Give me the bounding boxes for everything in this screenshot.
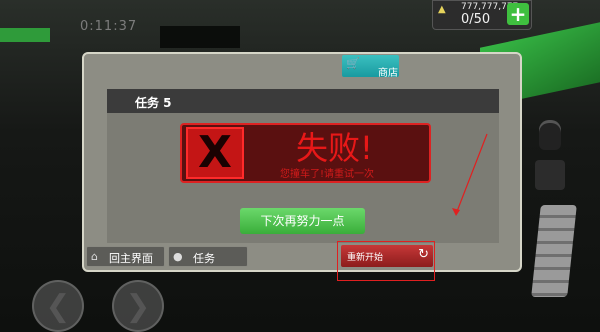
steer-right-button[interactable]: ❯ [112, 280, 164, 332]
chevron-left-icon: ❮ [45, 288, 71, 324]
steer-left-button[interactable]: ❮ [32, 280, 84, 332]
task-button[interactable]: ● 任务 [168, 246, 248, 267]
fail-x-icon: X [186, 127, 244, 179]
gear-knob [539, 120, 561, 150]
scenery-green-block [0, 28, 50, 42]
car-icon: ▲ [438, 4, 446, 15]
shop-label: 商店 [378, 68, 398, 79]
fail-title: 失败! [296, 129, 373, 167]
resource-hud: ▲ 777,777,777 0/50 + [432, 0, 532, 30]
add-button[interactable]: + [507, 3, 529, 25]
progress-count: 0/50 [461, 12, 491, 27]
shop-button[interactable]: 🛒 商店 [342, 55, 399, 79]
main-menu-label: 回主界面 [109, 252, 153, 265]
fail-subtitle: 您撞车了!请重试一次 [280, 169, 375, 180]
task-title: 任务 5 [135, 96, 172, 110]
race-timer: 0:11:37 [80, 19, 138, 34]
person-icon: ● [173, 250, 183, 263]
task-label: 任务 [193, 252, 215, 265]
main-menu-button[interactable]: ⌂ 回主界面 [86, 246, 165, 267]
try-again-button[interactable]: 下次再努力一点 [240, 208, 365, 234]
home-icon: ⌂ [91, 250, 98, 263]
chevron-right-icon: ❯ [125, 288, 151, 324]
scenery-dark-block [160, 26, 240, 48]
gear-base [535, 160, 565, 190]
highlight-box [337, 241, 435, 281]
cart-icon: 🛒 [346, 57, 360, 70]
gear-stick[interactable] [535, 120, 565, 190]
accelerator-pedal[interactable] [531, 205, 577, 297]
